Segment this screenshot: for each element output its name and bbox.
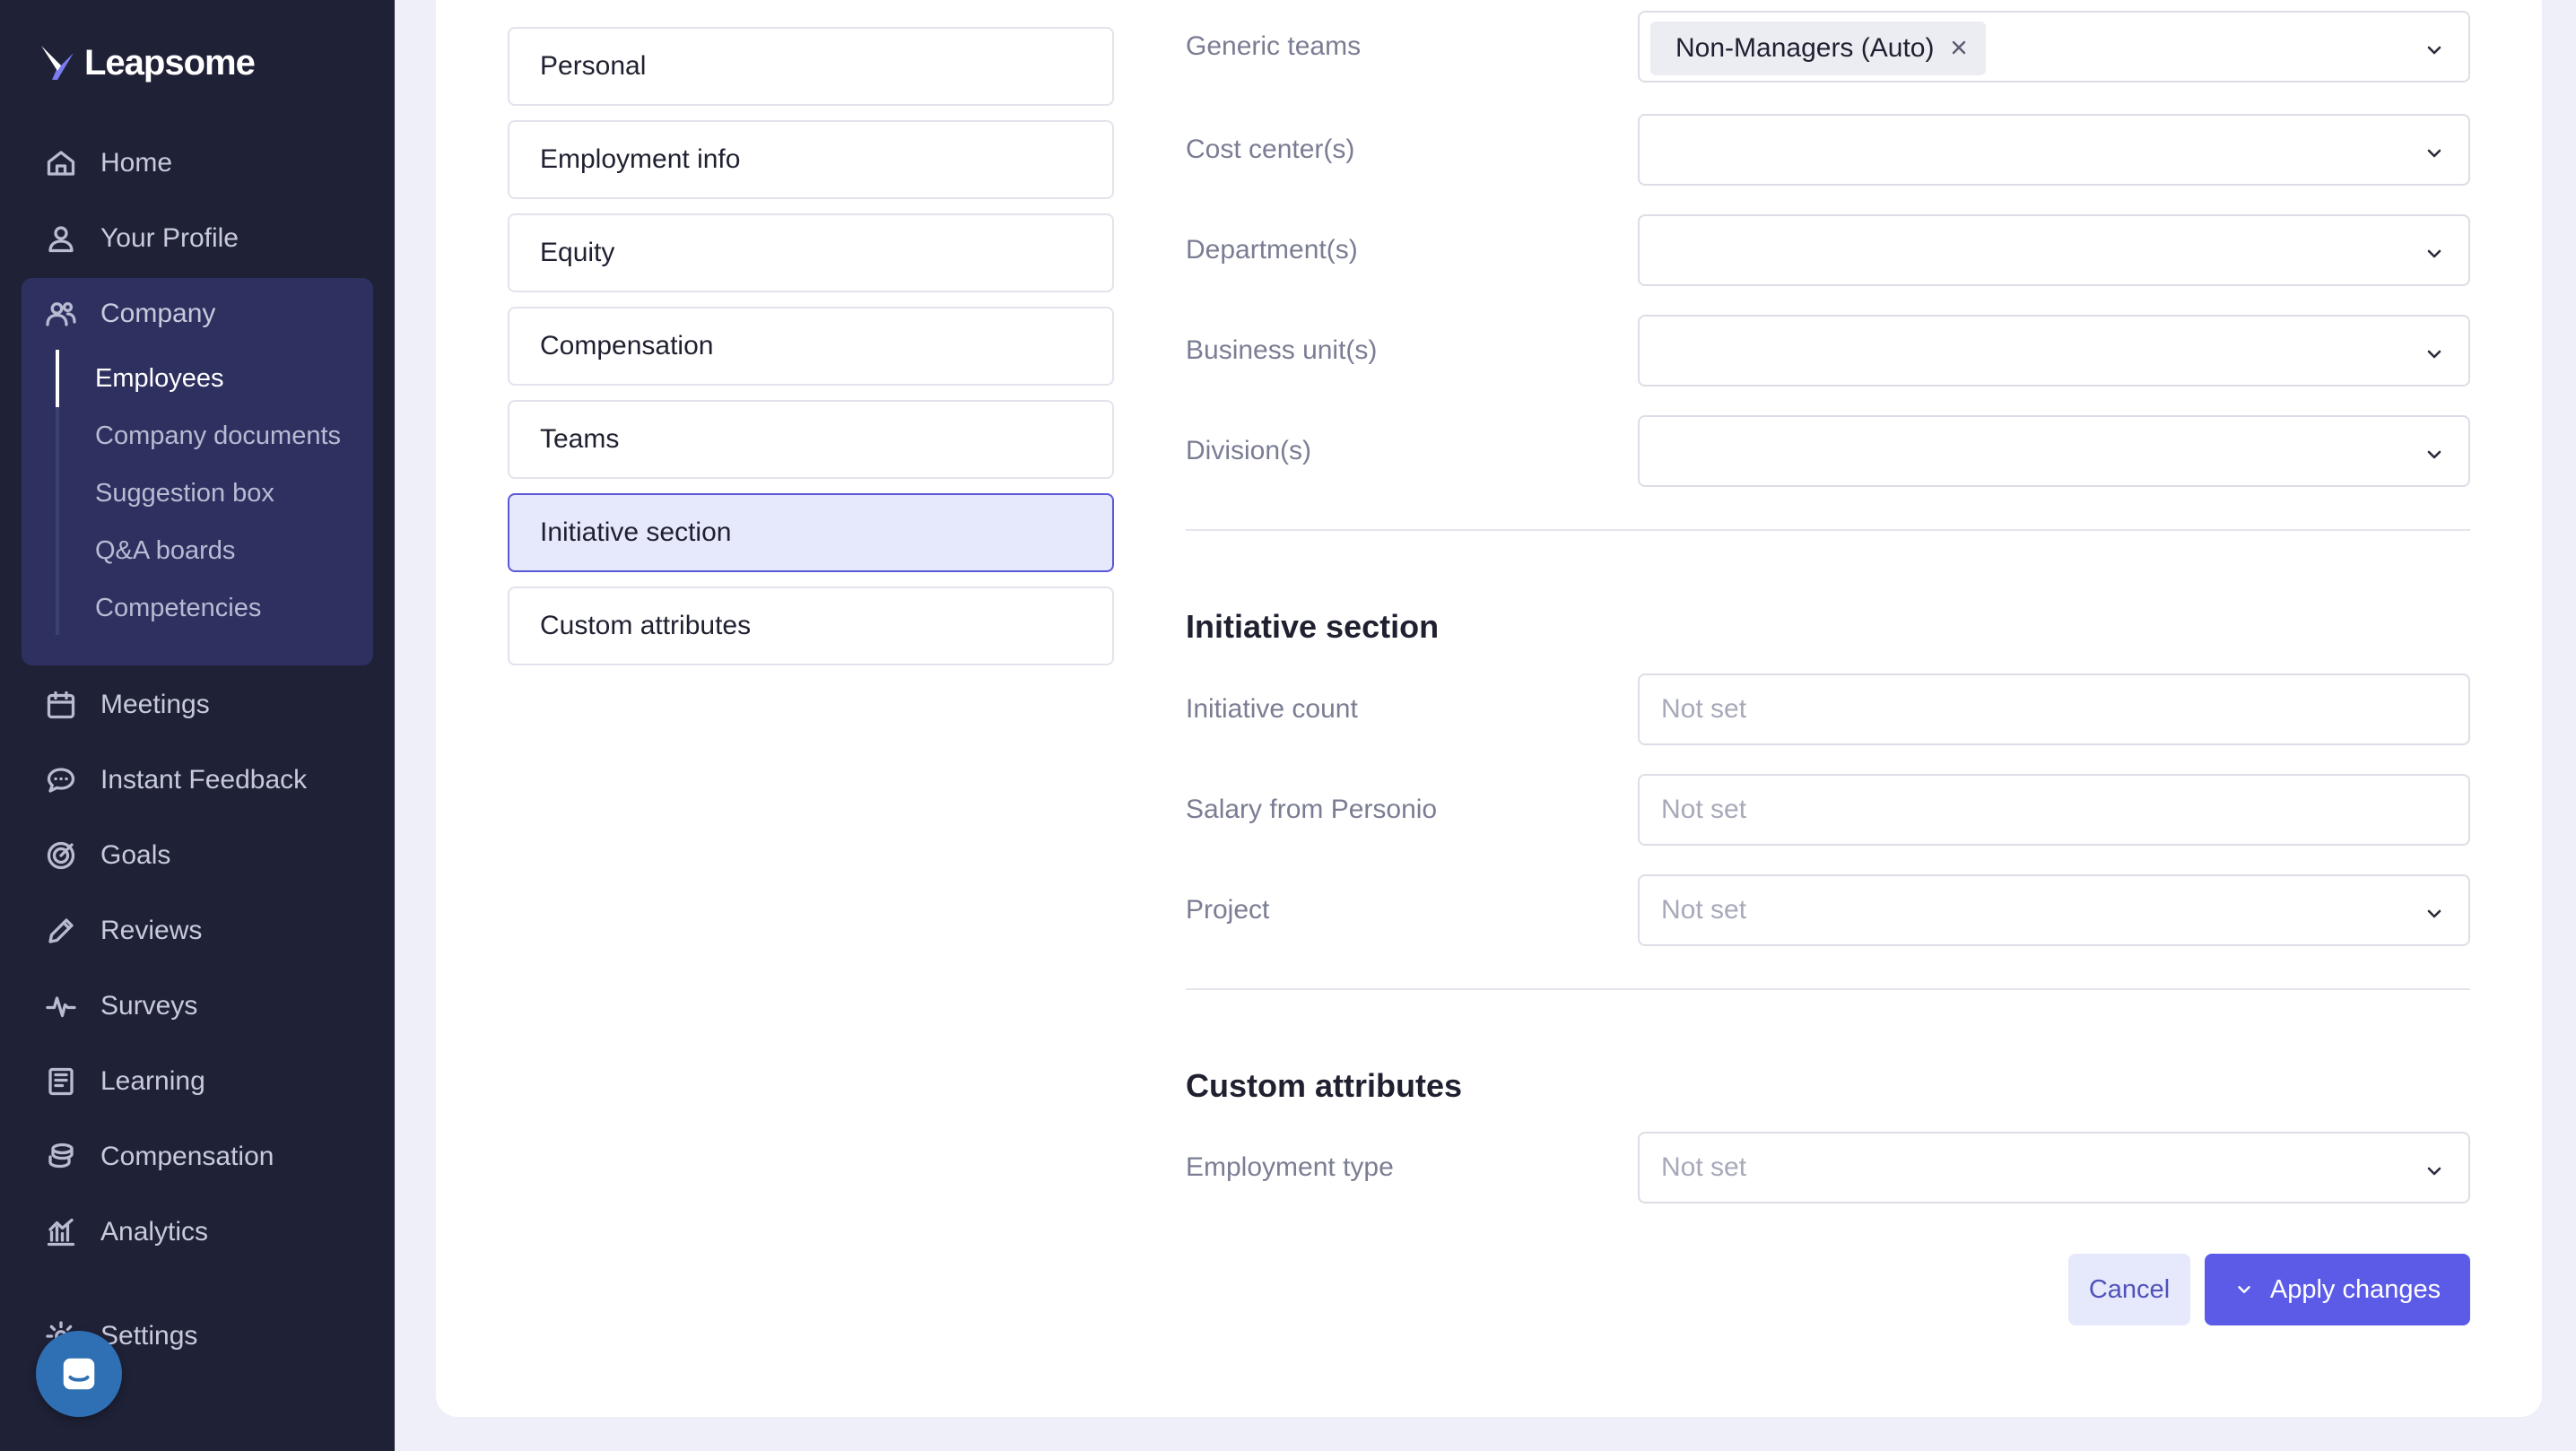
section-teams[interactable]: Teams — [508, 400, 1114, 479]
leapsome-logo[interactable]: Leapsome — [39, 43, 256, 83]
chevron-down-icon[interactable] — [2424, 241, 2445, 263]
pencil-icon — [48, 918, 74, 943]
sidebar: Leapsome Home Your Profile Company Emplo… — [0, 0, 395, 1451]
project-label: Project — [1186, 895, 1270, 925]
users-icon — [46, 301, 76, 326]
leapsome-logo-icon — [41, 45, 74, 80]
chevron-down-icon[interactable] — [2424, 141, 2445, 162]
generic-teams-label: Generic teams — [1186, 31, 1362, 61]
employment-type-select[interactable]: Not set — [1638, 1132, 2470, 1203]
divisions-label: Division(s) — [1186, 436, 1312, 465]
chip-label: Non-Managers (Auto) — [1675, 33, 1935, 63]
section-custom-attributes[interactable]: Custom attributes — [508, 586, 1114, 665]
sidebar-item-label: Instant Feedback — [100, 765, 308, 795]
sidebar-subitem-competencies[interactable]: Competencies — [95, 583, 261, 633]
logo-text: Leapsome — [84, 43, 256, 83]
cancel-button[interactable]: Cancel — [2068, 1254, 2190, 1325]
remove-chip-icon[interactable] — [1950, 33, 1968, 64]
departments-select[interactable] — [1638, 214, 2470, 286]
generic-teams-select[interactable]: Non-Managers (Auto) — [1638, 11, 2470, 83]
sidebar-item-label: Goals — [100, 840, 171, 870]
section-divider — [1186, 529, 2470, 531]
sidebar-item-label: Company — [100, 299, 216, 328]
departments-label: Department(s) — [1186, 235, 1358, 265]
sidebar-item-company[interactable]: Company — [45, 289, 215, 339]
user-icon — [48, 226, 74, 253]
chevron-down-icon — [2238, 1286, 2250, 1293]
sidebar-item-your-profile[interactable]: Your Profile — [45, 213, 239, 264]
coins-icon — [48, 1143, 74, 1169]
sidebar-item-home[interactable]: Home — [45, 138, 172, 188]
active-indicator — [56, 350, 59, 407]
project-select[interactable]: Not set — [1638, 874, 2470, 946]
business-units-select[interactable] — [1638, 315, 2470, 387]
sidebar-subitem-employees[interactable]: Employees — [95, 353, 223, 404]
book-icon — [48, 1067, 74, 1096]
business-units-label: Business unit(s) — [1186, 335, 1378, 365]
sidebar-item-analytics[interactable]: Analytics — [45, 1207, 208, 1257]
sidebar-subitem-qa-boards[interactable]: Q&A boards — [95, 526, 235, 576]
chevron-down-icon[interactable] — [2424, 342, 2445, 363]
initiative-count-label: Initiative count — [1186, 694, 1358, 724]
cost-centers-select[interactable] — [1638, 114, 2470, 186]
initiative-section-heading: Initiative section — [1186, 608, 1440, 645]
sidebar-item-reviews[interactable]: Reviews — [45, 906, 202, 956]
sidebar-item-label: Compensation — [100, 1142, 274, 1171]
sidebar-item-instant-feedback[interactable]: Instant Feedback — [45, 755, 307, 805]
sidebar-item-goals[interactable]: Goals — [45, 830, 170, 881]
chevron-down-icon[interactable] — [2424, 901, 2445, 923]
section-divider — [1186, 988, 2470, 990]
sidebar-subitem-suggestion-box[interactable]: Suggestion box — [95, 468, 274, 518]
initiative-count-placeholder: Not set — [1661, 694, 1747, 724]
salary-placeholder: Not set — [1661, 795, 1747, 824]
sidebar-subitem-company-documents[interactable]: Company documents — [95, 411, 341, 461]
bar-chart-icon — [47, 1218, 75, 1247]
chat-widget-icon — [63, 1358, 95, 1390]
sidebar-item-learning[interactable]: Learning — [45, 1056, 205, 1107]
chevron-down-icon[interactable] — [2424, 38, 2445, 59]
chat-icon — [47, 768, 75, 793]
selected-team-chip: Non-Managers (Auto) — [1650, 22, 1987, 75]
initiative-count-input[interactable]: Not set — [1638, 673, 2470, 745]
custom-attributes-heading: Custom attributes — [1186, 1067, 1463, 1104]
sidebar-item-label: Surveys — [100, 991, 198, 1021]
divisions-select[interactable] — [1638, 415, 2470, 487]
sidebar-item-label: Analytics — [100, 1217, 209, 1247]
section-initiative[interactable]: Initiative section — [508, 493, 1114, 572]
sidebar-item-meetings[interactable]: Meetings — [45, 680, 210, 730]
salary-input[interactable]: Not set — [1638, 774, 2470, 846]
sidebar-item-label: Meetings — [100, 690, 210, 719]
sidebar-item-label: Reviews — [100, 916, 203, 945]
sidebar-item-label: Learning — [100, 1066, 205, 1096]
support-chat-button[interactable] — [36, 1331, 122, 1417]
sidebar-item-label: Home — [100, 148, 173, 178]
section-personal[interactable]: Personal — [508, 27, 1114, 106]
apply-changes-label: Apply changes — [2269, 1274, 2441, 1304]
sidebar-item-surveys[interactable]: Surveys — [45, 981, 197, 1031]
employment-type-label: Employment type — [1186, 1152, 1394, 1182]
target-icon — [47, 841, 75, 870]
salary-label: Salary from Personio — [1186, 795, 1438, 824]
section-employment-info[interactable]: Employment info — [508, 120, 1114, 199]
sidebar-item-compensation[interactable]: Compensation — [45, 1132, 274, 1182]
home-icon — [47, 151, 75, 176]
apply-changes-button[interactable]: Apply changes — [2205, 1254, 2470, 1325]
section-equity[interactable]: Equity — [508, 213, 1114, 292]
sidebar-item-label: Your Profile — [100, 223, 239, 253]
chevron-down-icon[interactable] — [2424, 1159, 2445, 1180]
chevron-down-icon[interactable] — [2424, 442, 2445, 464]
pulse-icon — [46, 996, 76, 1018]
section-compensation[interactable]: Compensation — [508, 307, 1114, 386]
employment-type-value: Not set — [1661, 1152, 1747, 1182]
project-value: Not set — [1661, 895, 1747, 925]
cost-centers-label: Cost center(s) — [1186, 135, 1355, 164]
sidebar-item-label: Settings — [100, 1321, 198, 1351]
calendar-icon — [47, 691, 75, 719]
